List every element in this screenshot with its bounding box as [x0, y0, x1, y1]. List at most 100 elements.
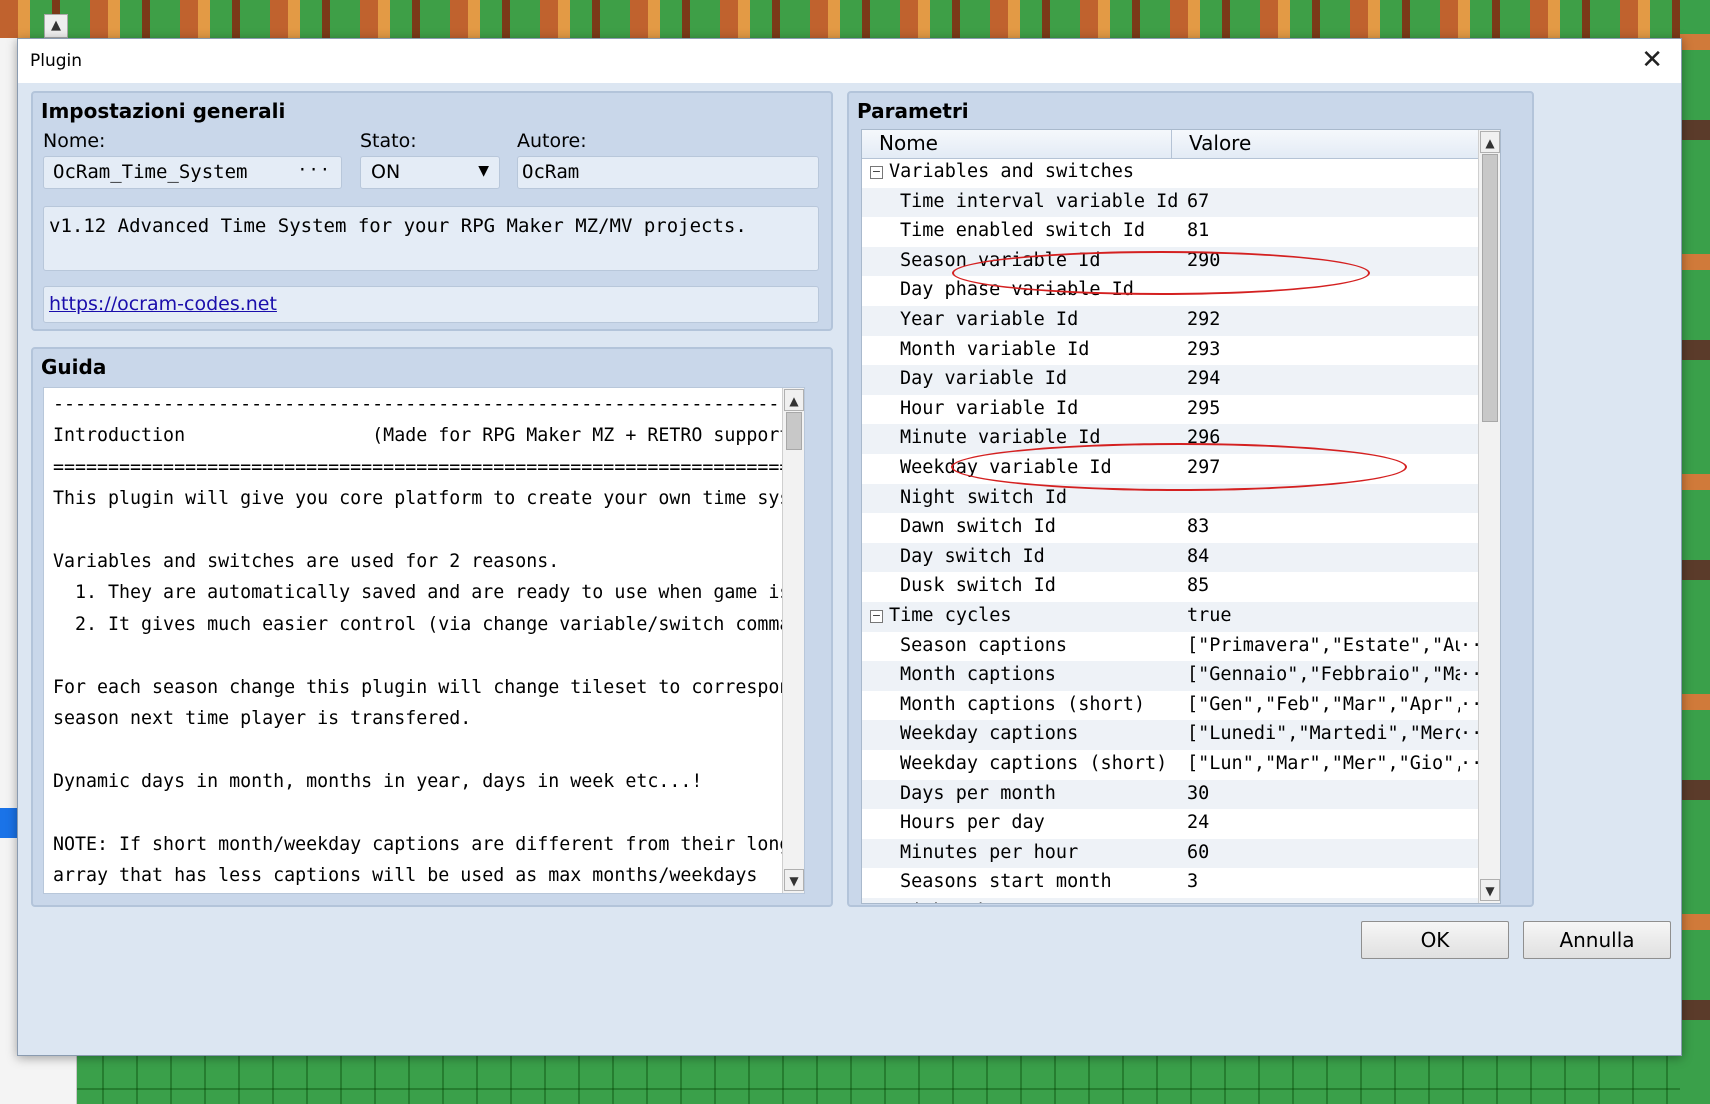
column-header-name[interactable]: Nome [879, 131, 938, 155]
table-header: Nome Valore [862, 130, 1500, 159]
parameter-value: 290 [1187, 249, 1221, 271]
guide-line: Introduction (Made for RPG Maker MZ + RE… [53, 425, 805, 447]
parameter-value: 294 [1187, 368, 1221, 390]
parameter-value: 3 [1187, 871, 1199, 893]
parameter-name: Hour variable Id [900, 397, 1079, 419]
parameters-scrollbar[interactable]: ▲ ▼ [1478, 130, 1500, 903]
parameter-value: 295 [1187, 397, 1221, 419]
map-list-selection[interactable] [0, 808, 18, 838]
parameter-value: 292 [1187, 309, 1221, 330]
general-settings-heading: Impostazioni generali [41, 99, 286, 123]
guide-line: NOTE: If short month/weekday captions ar… [53, 833, 804, 855]
table-row[interactable]: Time interval variable Id 67 [862, 187, 1500, 218]
guide-line: This plugin will give you core platform … [53, 488, 805, 510]
parameter-value: ["Lun","Mar","Mer","Gio","Ven"," [1187, 753, 1497, 774]
dialog-title: Plugin [30, 51, 83, 71]
parameter-group-row[interactable]: − Time cycles true [862, 602, 1500, 632]
parameter-value: 30 [1187, 782, 1210, 804]
guide-scrollbar[interactable]: ▲ ▼ [782, 388, 804, 893]
table-row[interactable]: Season variable Id 290 [862, 246, 1500, 277]
dialog-titlebar: Plugin ✕ [18, 39, 1681, 83]
parameter-name: Dusk switch Id [900, 575, 1056, 597]
parameter-name: Time interval variable Id [900, 190, 1179, 212]
description-field[interactable]: v1.12 Advanced Time System for your RPG … [43, 206, 819, 271]
guide-line: 1. They are automatically saved and are … [53, 582, 805, 604]
parameters-table: Nome Valore − Variables and switches Time … [861, 129, 1501, 904]
table-row[interactable]: Days per month 30 [862, 779, 1500, 810]
table-row[interactable]: Weekday variable Id 297 [862, 454, 1500, 484]
parameter-name: Day switch Id [900, 545, 1045, 567]
table-row[interactable]: Weekday captions ["Lunedi","Martedi","Mer… [862, 720, 1500, 750]
url-field: https://ocram-codes.net [43, 286, 819, 323]
parameter-name: Night phase start [900, 901, 1089, 903]
parameter-name: Seasons start month [900, 871, 1112, 893]
parameter-value: 60 [1187, 841, 1210, 863]
name-field[interactable]: OcRam_Time_System ··· [43, 156, 342, 189]
parameter-value: ["Primavera","Estate","Autunno"," [1187, 634, 1497, 656]
parameter-value: 84 [1187, 545, 1210, 567]
author-label: Autore: [517, 130, 587, 152]
parameter-name: Weekday variable Id [900, 457, 1112, 478]
map-scroll-up-button[interactable]: ▲ [44, 14, 68, 38]
scroll-thumb[interactable] [1482, 154, 1498, 422]
table-row[interactable]: Night switch Id [862, 483, 1500, 514]
collapse-icon[interactable]: − [870, 610, 883, 623]
table-row[interactable]: Year variable Id 292 [862, 306, 1500, 336]
guide-line: 2. It gives much easier control (via cha… [53, 613, 805, 635]
table-row[interactable]: Month captions (short) ["Gen","Feb","Mar"… [862, 691, 1500, 721]
table-row[interactable]: Hour variable Id 295 [862, 395, 1500, 425]
table-row[interactable]: Dawn switch Id 83 [862, 513, 1500, 543]
parameter-name: Season variable Id [900, 249, 1101, 271]
table-row[interactable]: Day switch Id 84 [862, 542, 1500, 573]
scroll-down-button[interactable]: ▼ [1480, 879, 1500, 901]
parameter-group-row[interactable]: − Variables and switches [862, 158, 1500, 188]
table-row[interactable]: Day phase variable Id [862, 276, 1500, 306]
parameter-name: Minute variable Id [900, 427, 1101, 449]
author-field[interactable]: OcRam [517, 156, 819, 189]
table-row[interactable]: Month variable Id 293 [862, 336, 1500, 366]
table-row[interactable]: Hours per day 24 [862, 809, 1500, 839]
guide-line: array that has less captions will be use… [53, 865, 758, 886]
ok-button[interactable]: OK [1361, 921, 1509, 959]
parameter-value: 83 [1187, 516, 1210, 538]
guide-text-area[interactable]: ----------------------------------------… [43, 387, 805, 894]
table-row[interactable]: Weekday captions (short) ["Lun","Mar","Me… [862, 750, 1500, 780]
author-value: OcRam [522, 161, 580, 183]
parameter-value: ["Gen","Feb","Mar","Apr","Mag"," [1187, 693, 1497, 715]
collapse-icon[interactable]: − [870, 166, 883, 179]
close-icon[interactable]: ✕ [1641, 45, 1663, 75]
table-row[interactable]: Minute variable Id 296 [862, 424, 1500, 454]
scroll-up-button[interactable]: ▲ [784, 389, 804, 411]
table-row[interactable]: Seasons start month 3 [862, 868, 1500, 898]
parameters-panel: Parametri Nome Valore − Variables and swi… [847, 91, 1534, 907]
scroll-up-button[interactable]: ▲ [1480, 131, 1500, 153]
parameter-name: Variables and switches [889, 161, 1135, 182]
table-row[interactable]: Time enabled switch Id 81 [862, 217, 1500, 247]
column-header-value[interactable]: Valore [1189, 131, 1251, 155]
table-row[interactable]: Night phase start 22 [862, 898, 1500, 903]
parameter-value: ["Lunedi","Martedi","Mercoledi", [1187, 723, 1497, 745]
name-browse-button[interactable]: ··· [297, 160, 331, 180]
table-row[interactable]: Month captions ["Gennaio","Febbraio","Mar… [862, 661, 1500, 691]
table-row[interactable]: Minutes per hour 60 [862, 838, 1500, 869]
guide-line: season next time player is transfered. [53, 708, 472, 729]
table-row[interactable]: Season captions ["Primavera","Estate","Au… [862, 632, 1500, 662]
scroll-thumb[interactable] [786, 412, 802, 450]
parameter-name: Day variable Id [900, 368, 1068, 390]
scroll-down-button[interactable]: ▼ [784, 869, 804, 891]
cancel-button[interactable]: Annulla [1523, 921, 1671, 959]
table-row[interactable]: Dusk switch Id 85 [862, 572, 1500, 602]
table-row[interactable]: Day variable Id 294 [862, 365, 1500, 395]
status-select[interactable]: ON ▼ [360, 156, 500, 189]
parameter-name: Dawn switch Id [900, 516, 1056, 538]
parameter-name: Weekday captions (short) [900, 753, 1168, 774]
parameter-name: Month captions [900, 664, 1056, 686]
parameter-name: Day phase variable Id [900, 279, 1134, 301]
column-divider [1171, 130, 1172, 158]
name-label: Nome: [43, 130, 106, 152]
plugin-url-link[interactable]: https://ocram-codes.net [49, 293, 277, 315]
chevron-down-icon: ▼ [478, 163, 489, 179]
parameter-value: 24 [1187, 812, 1210, 834]
guide-line: Variables and switches are used for 2 re… [53, 551, 560, 572]
parameter-name: Month captions (short) [900, 693, 1146, 715]
